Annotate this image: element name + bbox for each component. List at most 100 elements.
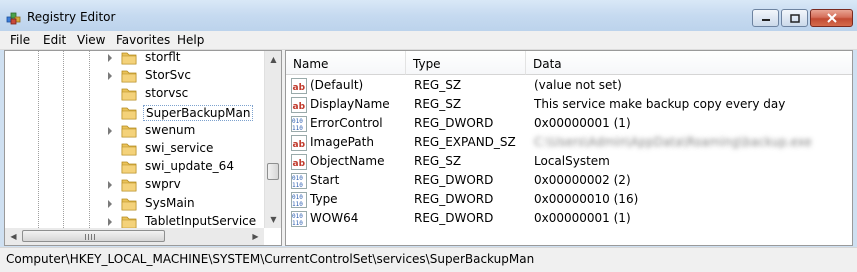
folder-icon [121, 161, 137, 174]
current-key-path: Computer\HKEY_LOCAL_MACHINE\SYSTEM\Curre… [6, 252, 535, 266]
value-name: Type [310, 192, 338, 206]
folder-icon [121, 216, 137, 229]
value-data: 0x00000001 (1) [534, 116, 631, 130]
title-bar[interactable]: Registry Editor [0, 0, 857, 31]
svg-text:010: 010 [292, 175, 303, 182]
value-row[interactable]: 010 110 ErrorControl REG_DWORD 0x00000001 (1… [286, 114, 852, 133]
value-type: REG_DWORD [414, 211, 494, 225]
tree-item-label: storflt [145, 50, 181, 64]
scroll-down-icon[interactable]: ▼ [265, 211, 281, 228]
tree-item[interactable]: swi_update_64 [5, 158, 267, 176]
value-row[interactable]: 010 110 WOW64 REG_DWORD 0x00000001 (1) [286, 209, 852, 228]
tree-item[interactable]: storflt [5, 50, 267, 67]
expand-arrow-icon[interactable] [108, 72, 112, 81]
value-name: ObjectName [310, 154, 385, 168]
value-data: 0x00000001 (1) [534, 211, 631, 225]
tree-item[interactable]: SysMain [5, 195, 267, 213]
menu-help[interactable]: Help [177, 33, 204, 47]
expand-arrow-icon[interactable] [108, 181, 112, 190]
svg-text:110: 110 [292, 220, 303, 227]
tree-vertical-scrollbar[interactable]: ▲ ▼ [264, 51, 281, 228]
grip-icon [85, 234, 97, 240]
maximize-icon [789, 13, 800, 23]
expand-arrow-icon[interactable] [108, 126, 112, 135]
svg-text:ab: ab [293, 159, 306, 169]
value-type: REG_DWORD [414, 173, 494, 187]
minimize-button[interactable] [752, 9, 779, 27]
value-row[interactable]: ab (Default) REG_SZ (value not set) [286, 76, 852, 95]
tree-horizontal-thumb[interactable] [22, 230, 165, 242]
tree-item[interactable]: swi_service [5, 140, 267, 158]
value-type: REG_SZ [414, 154, 462, 168]
folder-icon [121, 143, 137, 156]
tree-item-label: swenum [145, 122, 196, 137]
value-type: REG_DWORD [414, 192, 494, 206]
value-data: C:\Users\Admin\AppData\Roaming\backup.ex… [534, 135, 812, 149]
menu-favorites[interactable]: Favorites [116, 33, 170, 47]
menu-file[interactable]: File [10, 33, 30, 47]
value-name: Start [310, 173, 340, 187]
tree-item[interactable]: swenum [5, 122, 267, 140]
expand-arrow-icon[interactable] [108, 54, 112, 62]
menu-view[interactable]: View [77, 33, 105, 47]
value-row[interactable]: 010 110 Type REG_DWORD 0x00000010 (16) [286, 190, 852, 209]
svg-text:010: 010 [292, 194, 303, 201]
svg-text:ab: ab [293, 140, 306, 150]
binary-value-icon: 010110 [291, 173, 307, 189]
scroll-up-icon[interactable]: ▲ [265, 51, 281, 68]
svg-text:ab: ab [293, 83, 306, 93]
tree-item-label: swi_service [145, 141, 214, 155]
string-value-icon: ab [291, 154, 307, 170]
expand-arrow-icon[interactable] [108, 199, 112, 208]
tree-item-label: storvsc [145, 86, 189, 101]
value-data: LocalSystem [534, 154, 610, 168]
column-header-name[interactable]: Name [286, 51, 406, 75]
folder-icon [121, 198, 137, 210]
value-name: ImagePath [310, 135, 374, 149]
value-row[interactable]: ab ObjectName REG_SZ LocalSystem [286, 152, 852, 171]
value-data: This service make backup copy every day [534, 97, 786, 111]
string-value-icon: ab [291, 78, 307, 94]
menu-edit[interactable]: Edit [43, 33, 66, 47]
values-list[interactable]: Name Type Data ab (Default) REG_SZ (value n… [285, 50, 853, 246]
tree-item[interactable]: StorSvc [5, 67, 267, 85]
tree-item-label: TabletInputService [145, 213, 257, 228]
tree-item[interactable]: swprv [5, 176, 267, 194]
tree-horizontal-scrollbar[interactable]: ◀ ▶ [5, 228, 264, 245]
tree-item-label: StorSvc [145, 68, 191, 83]
binary-value-icon: 010110 [291, 192, 307, 208]
value-type: REG_SZ [414, 97, 462, 111]
tree-item[interactable]: SuperBackupMan [5, 104, 267, 122]
maximize-button[interactable] [781, 9, 808, 27]
tree-item[interactable]: storvsc [5, 85, 267, 103]
scroll-right-icon[interactable]: ▶ [247, 228, 264, 245]
registry-editor-icon [6, 12, 21, 25]
value-name: DisplayName [310, 97, 390, 111]
menu-bar: File Edit View Favorites Help [0, 31, 857, 50]
scroll-left-icon[interactable]: ◀ [5, 228, 22, 245]
value-row[interactable]: ab DisplayName REG_SZ This service make bac… [286, 95, 852, 114]
column-header-data[interactable]: Data [526, 51, 852, 75]
folder-icon [121, 179, 137, 192]
value-type: REG_DWORD [414, 116, 494, 130]
close-icon [826, 13, 837, 23]
binary-value-icon: 010110 [291, 211, 307, 227]
tree-item-label: SuperBackupMan [143, 104, 254, 121]
value-row[interactable]: 010 110 Start REG_DWORD 0x00000002 (2) [286, 171, 852, 190]
value-name: ErrorControl [310, 116, 383, 130]
value-data: (value not set) [534, 78, 622, 92]
folder-icon [121, 107, 137, 119]
string-value-icon: ab [291, 97, 307, 113]
tree-vertical-thumb[interactable] [267, 163, 279, 180]
value-type: REG_EXPAND_SZ [414, 135, 516, 149]
key-tree[interactable]: storflt StorSvc storvsc SuperBackupMan swenu… [4, 50, 282, 246]
close-button[interactable] [810, 9, 853, 27]
value-type: REG_SZ [414, 78, 462, 92]
expand-arrow-icon[interactable] [108, 217, 112, 226]
tree-item-label: swi_update_64 [145, 159, 234, 174]
value-row[interactable]: ab ImagePath REG_EXPAND_SZ C:\Users\Admin\A… [286, 133, 852, 152]
string-value-icon: ab [291, 135, 307, 151]
value-data: 0x00000002 (2) [534, 173, 631, 187]
binary-value-icon: 010110 [291, 116, 307, 132]
column-header-type[interactable]: Type [406, 51, 526, 75]
